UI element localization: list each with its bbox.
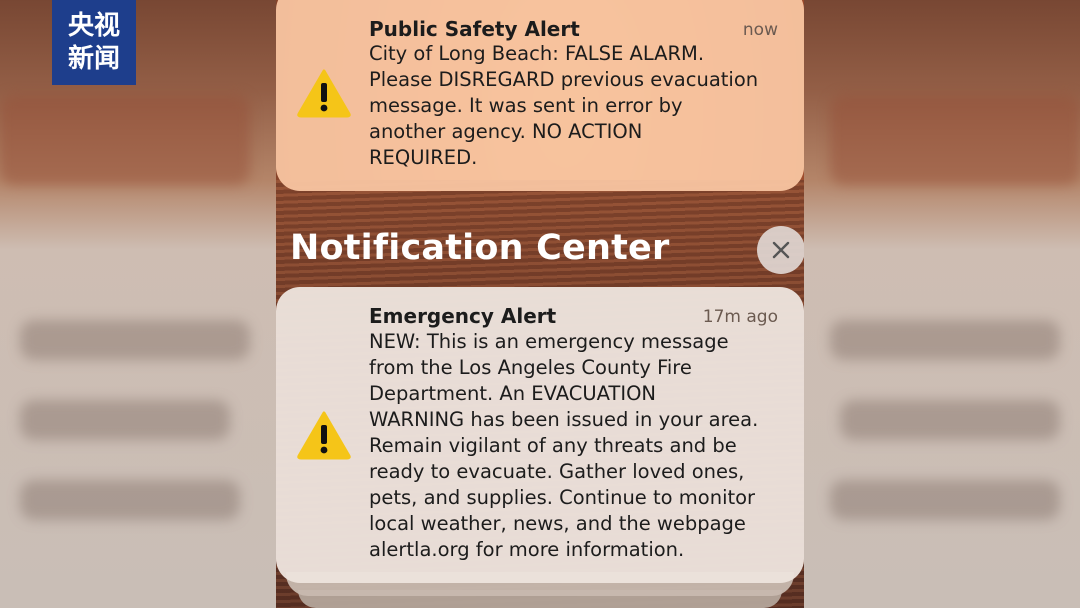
watermark-line2: 新闻 bbox=[67, 43, 120, 74]
alert-time: 17m ago bbox=[702, 307, 778, 327]
alert-message: City of Long Beach: FALSE ALARM. Please … bbox=[369, 42, 759, 169]
notification-public-safety-alert[interactable]: Public Safety Alert now City of Long Bea… bbox=[276, 0, 804, 191]
phone-screen: Public Safety Alert now City of Long Bea… bbox=[276, 0, 804, 608]
alert-message: NEW: This is an emergency message from t… bbox=[369, 330, 759, 561]
notification-center-title: Notification Center bbox=[290, 228, 670, 268]
warning-icon bbox=[297, 411, 351, 460]
blurred-shape bbox=[840, 400, 1060, 440]
blurred-shape bbox=[830, 320, 1060, 360]
watermark-line1: 央视 bbox=[67, 10, 120, 41]
warning-icon bbox=[297, 69, 351, 118]
alert-time: now bbox=[742, 20, 778, 40]
watermark-logo: 央视 新闻 bbox=[52, 0, 136, 85]
blurred-shape bbox=[20, 480, 240, 520]
blurred-shape bbox=[20, 320, 250, 360]
alert-title: Public Safety Alert bbox=[369, 17, 580, 41]
blurred-shape bbox=[0, 95, 250, 185]
blurred-shape bbox=[830, 480, 1060, 520]
notification-emergency-alert[interactable]: Emergency Alert 17m ago NEW: This is an … bbox=[276, 287, 804, 583]
close-icon bbox=[772, 241, 790, 259]
alert-title: Emergency Alert bbox=[369, 304, 557, 328]
blurred-shape bbox=[20, 400, 230, 440]
blurred-shape bbox=[830, 95, 1080, 185]
close-button[interactable] bbox=[757, 226, 804, 274]
